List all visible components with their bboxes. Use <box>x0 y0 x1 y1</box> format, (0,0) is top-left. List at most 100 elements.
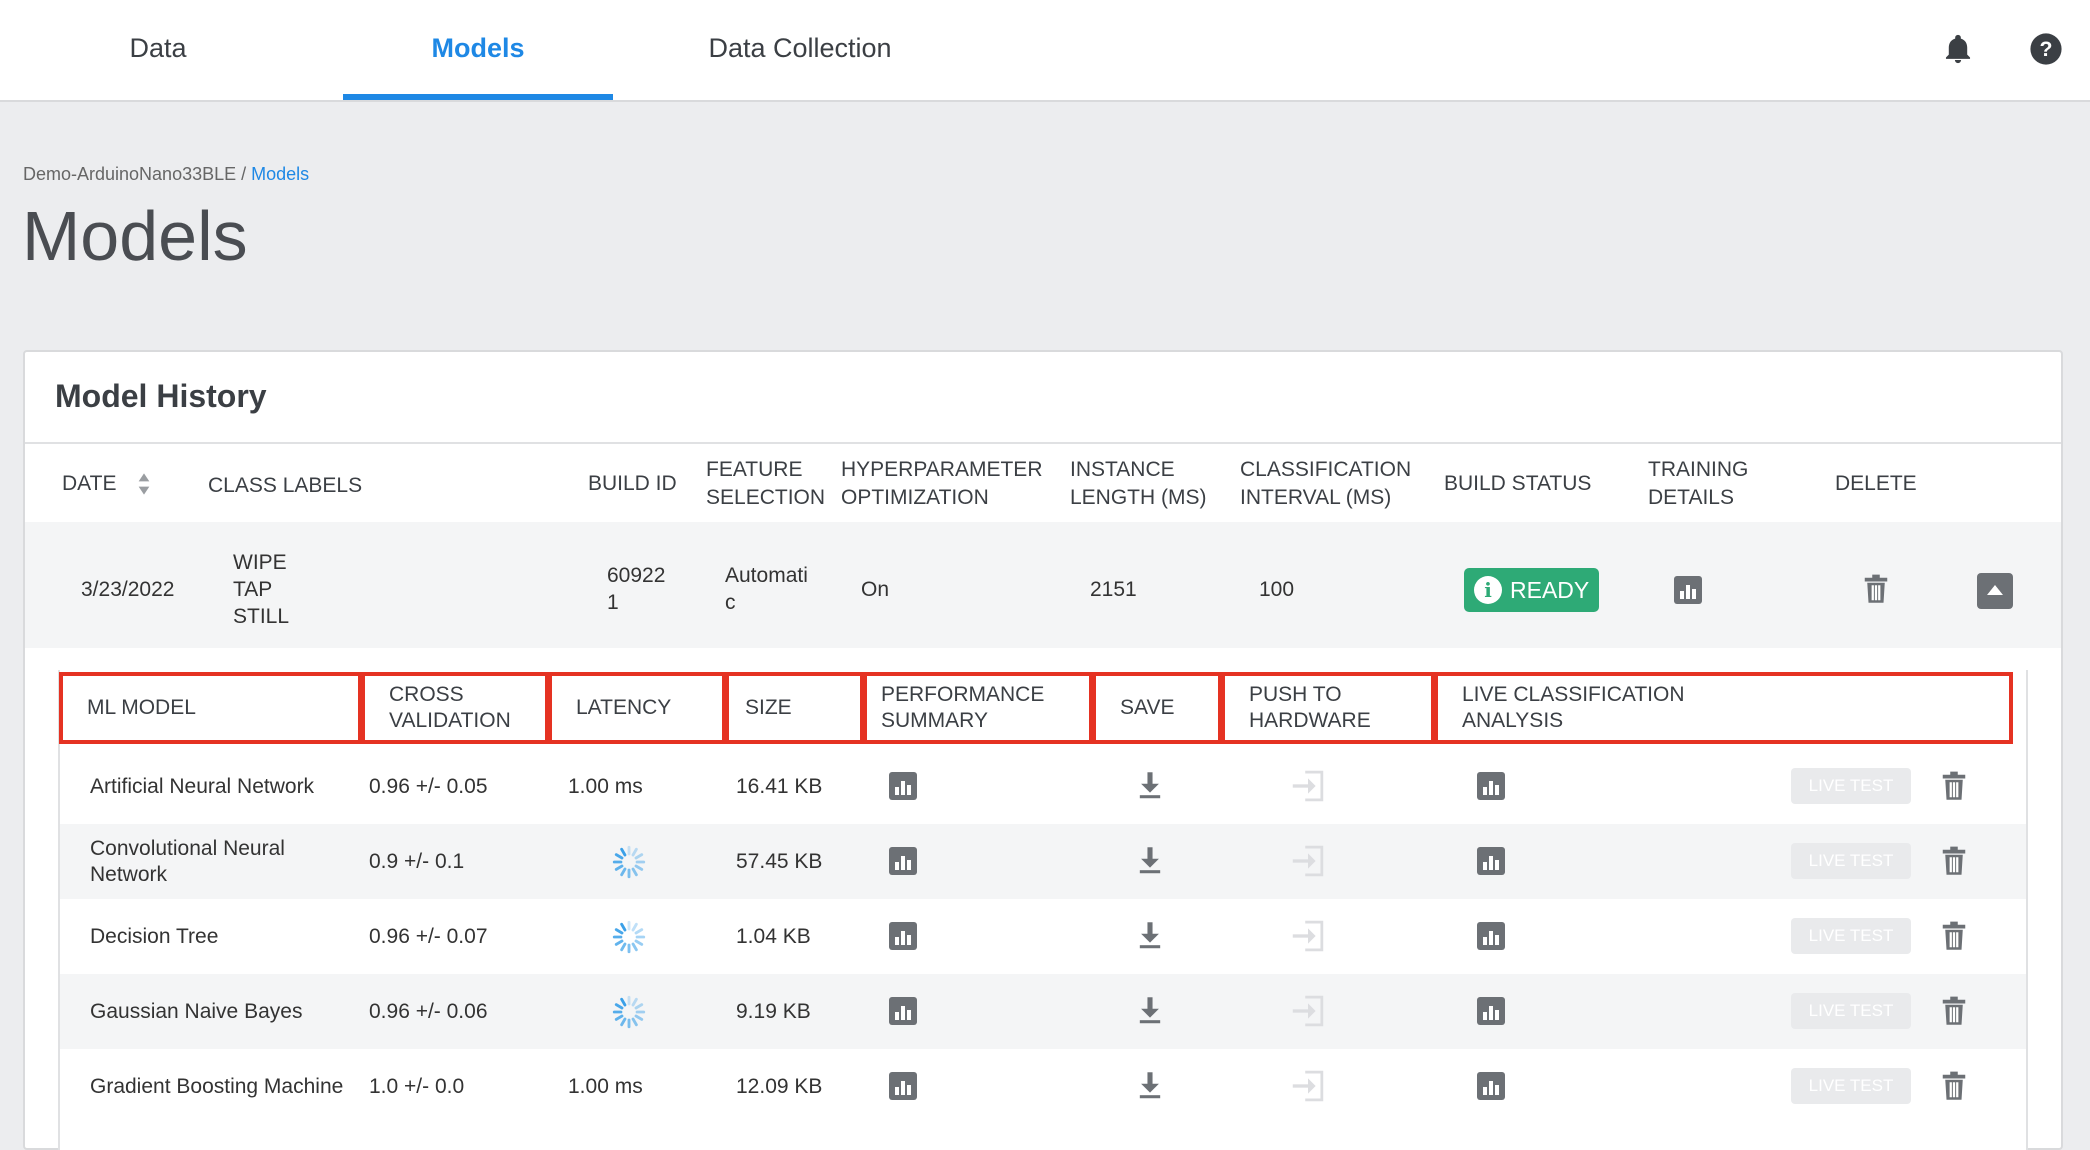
push-to-hardware-icon[interactable] <box>1290 994 1326 1028</box>
header-class-labels: CLASS LABELS <box>208 474 363 497</box>
performance-summary-icon[interactable] <box>889 1072 917 1100</box>
help-icon[interactable]: ? <box>2029 32 2063 66</box>
subheader-ml-model: ML MODEL <box>59 672 362 744</box>
performance-summary-icon[interactable] <box>889 997 917 1025</box>
model-size: 16.41 KB <box>736 774 823 798</box>
header-feature-selection: FEATURE SELECTION <box>706 458 826 509</box>
model-row: Gaussian Naive Bayes 0.96 +/- 0.06 9.19 … <box>60 974 2026 1049</box>
build-instance-length: 2151 <box>1090 578 1137 601</box>
live-classification-analysis-icon[interactable] <box>1477 922 1505 950</box>
model-cross-validation: 1.0 +/- 0.0 <box>369 1074 465 1098</box>
download-icon[interactable] <box>1137 921 1163 949</box>
model-size: 1.04 KB <box>736 924 811 948</box>
live-test-button[interactable]: LIVE TEST <box>1791 768 1911 804</box>
model-cross-validation: 0.96 +/- 0.06 <box>369 999 488 1023</box>
push-to-hardware-icon[interactable] <box>1290 1069 1326 1103</box>
model-size: 57.45 KB <box>736 849 823 873</box>
header-delete: DELETE <box>1835 472 1917 495</box>
header-instance-length: INSTANCE LENGTH (MS) <box>1070 458 1207 509</box>
live-classification-analysis-icon[interactable] <box>1477 997 1505 1025</box>
subheader-live-classification-analysis: LIVE CLASSIFICATION ANALYSIS <box>1434 672 2013 744</box>
download-icon[interactable] <box>1137 771 1163 799</box>
info-icon: i <box>1474 576 1502 604</box>
model-name: Artificial Neural Network <box>90 774 315 798</box>
header-build-id: BUILD ID <box>588 472 677 495</box>
model-name: Gradient Boosting Machine <box>90 1074 344 1098</box>
svg-text:?: ? <box>2040 37 2053 61</box>
tab-data-collection[interactable]: Data Collection <box>690 0 910 100</box>
header-date[interactable]: DATE <box>62 470 116 498</box>
top-navigation: Data Models Data Collection ? <box>0 0 2090 102</box>
model-row: Gradient Boosting Machine 1.0 +/- 0.0 1.… <box>60 1049 2026 1124</box>
breadcrumb: Demo-ArduinoNano33BLE / Models <box>23 164 309 185</box>
performance-summary-icon[interactable] <box>889 922 917 950</box>
model-name: Convolutional Neural Network <box>90 836 285 886</box>
live-test-button[interactable]: LIVE TEST <box>1791 993 1911 1029</box>
subheader-save: SAVE <box>1092 672 1222 744</box>
delete-model-icon[interactable] <box>1941 921 1967 951</box>
delete-model-icon[interactable] <box>1941 846 1967 876</box>
model-cross-validation: 0.9 +/- 0.1 <box>369 849 465 873</box>
status-badge[interactable]: i READY <box>1464 568 1599 612</box>
build-classification-interval: 100 <box>1259 578 1295 601</box>
bell-icon[interactable] <box>1941 32 1975 66</box>
training-details-icon[interactable] <box>1674 576 1702 604</box>
header-training-details: TRAINING DETAILS <box>1648 458 1749 509</box>
model-name: Gaussian Naive Bayes <box>90 999 303 1023</box>
page-title: Models <box>22 197 248 275</box>
model-cross-validation: 0.96 +/- 0.05 <box>369 774 488 798</box>
loading-spinner-icon <box>612 920 646 954</box>
breadcrumb-project[interactable]: Demo-ArduinoNano33BLE <box>23 164 236 184</box>
download-icon[interactable] <box>1137 1071 1163 1099</box>
model-row: Convolutional Neural Network 0.9 +/- 0.1 … <box>60 824 2026 899</box>
collapse-button[interactable] <box>1977 573 2013 609</box>
subheader-push-to-hardware: PUSH TO HARDWARE <box>1221 672 1435 744</box>
delete-build-icon[interactable] <box>1863 574 1889 604</box>
model-history-title: Model History <box>55 378 267 414</box>
live-test-button[interactable]: LIVE TEST <box>1791 843 1911 879</box>
build-hyperparameter-optimization: On <box>861 578 890 601</box>
card-divider <box>25 442 2061 444</box>
build-date: 3/23/2022 <box>81 578 175 601</box>
model-latency: 1.00 ms <box>568 774 643 798</box>
model-cross-validation: 0.96 +/- 0.07 <box>369 924 488 948</box>
download-icon[interactable] <box>1137 996 1163 1024</box>
loading-spinner-icon <box>612 995 646 1029</box>
model-latency: 1.00 ms <box>568 1074 643 1098</box>
breadcrumb-current[interactable]: Models <box>251 164 309 184</box>
subheader-cross-validation: CROSS VALIDATION <box>361 672 549 744</box>
active-tab-indicator <box>343 94 613 100</box>
sort-icon[interactable] <box>137 472 151 496</box>
delete-model-icon[interactable] <box>1941 996 1967 1026</box>
push-to-hardware-icon[interactable] <box>1290 919 1326 953</box>
performance-summary-icon[interactable] <box>889 847 917 875</box>
push-to-hardware-icon[interactable] <box>1290 844 1326 878</box>
live-classification-analysis-icon[interactable] <box>1477 1072 1505 1100</box>
model-size: 9.19 KB <box>736 999 811 1023</box>
build-class-labels: WIPE TAP STILL <box>233 551 290 628</box>
model-row: Artificial Neural Network 0.96 +/- 0.05 … <box>60 749 2026 824</box>
live-classification-analysis-icon[interactable] <box>1477 847 1505 875</box>
header-classification-interval: CLASSIFICATION INTERVAL (MS) <box>1240 458 1412 509</box>
tab-data[interactable]: Data <box>58 0 258 100</box>
subheader-latency: LATENCY <box>548 672 726 744</box>
tab-models[interactable]: Models <box>343 0 613 100</box>
push-to-hardware-icon[interactable] <box>1290 769 1326 803</box>
subheader-performance-summary: PERFORMANCE SUMMARY <box>863 672 1093 744</box>
delete-model-icon[interactable] <box>1941 1071 1967 1101</box>
live-test-button[interactable]: LIVE TEST <box>1791 1068 1911 1104</box>
build-row <box>25 522 2061 648</box>
live-classification-analysis-icon[interactable] <box>1477 772 1505 800</box>
model-row: Decision Tree 0.96 +/- 0.07 1.04 KB LIVE… <box>60 899 2026 974</box>
build-id: 60922 1 <box>607 564 666 614</box>
breadcrumb-separator: / <box>236 164 252 184</box>
performance-summary-icon[interactable] <box>889 772 917 800</box>
subheader-size: SIZE <box>725 672 864 744</box>
loading-spinner-icon <box>612 845 646 879</box>
delete-model-icon[interactable] <box>1941 771 1967 801</box>
download-icon[interactable] <box>1137 846 1163 874</box>
live-test-button[interactable]: LIVE TEST <box>1791 918 1911 954</box>
model-size: 12.09 KB <box>736 1074 823 1098</box>
build-feature-selection: Automati c <box>725 564 808 614</box>
header-build-status: BUILD STATUS <box>1444 472 1592 495</box>
